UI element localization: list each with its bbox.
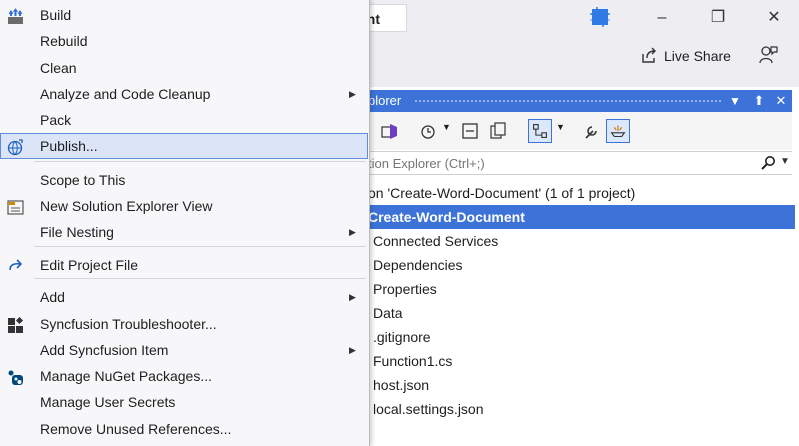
menu-item-build[interactable]: Build: [0, 2, 368, 28]
menu-item-label: Scope to This: [40, 172, 126, 188]
menu-item-label: Publish...: [40, 138, 98, 154]
menu-item-file-nesting[interactable]: File Nesting ▶: [0, 219, 368, 245]
menu-item-label: Build: [40, 7, 72, 23]
menu-item-add[interactable]: Add ▶: [0, 284, 368, 310]
vs-project-icon[interactable]: [380, 121, 400, 141]
menu-item-pack[interactable]: Pack: [0, 107, 368, 133]
menu-item-label: Syncfusion Troubleshooter...: [40, 316, 217, 332]
menu-separator: [34, 278, 366, 279]
visual-studio-logo-icon: [590, 7, 610, 27]
menu-item-label: Manage User Secrets: [40, 394, 176, 410]
submenu-arrow-icon: ▶: [349, 292, 356, 302]
menu-item-scope-to-this[interactable]: Scope to This: [0, 167, 368, 193]
chevron-down-icon[interactable]: ▼: [728, 90, 742, 112]
menu-item-manage-nuget-packages[interactable]: Manage NuGet Packages...: [0, 363, 368, 389]
menu-item-label: Add: [40, 289, 65, 305]
close-icon[interactable]: ✕: [762, 6, 786, 30]
menu-item-label: Pack: [40, 112, 72, 128]
tree-item[interactable]: local.settings.json: [373, 397, 484, 421]
menu-item-label: Edit Project File: [40, 257, 139, 273]
menu-item-publish[interactable]: Publish...: [0, 133, 368, 159]
tree-item[interactable]: on 'Create-Word-Document' (1 of 1 projec…: [368, 181, 635, 205]
feedback-icon[interactable]: [757, 44, 779, 66]
tree-item[interactable]: host.json: [373, 373, 429, 397]
submenu-arrow-icon: ▶: [349, 227, 356, 237]
menu-item-edit-project-file[interactable]: Edit Project File: [0, 252, 368, 278]
tree-item[interactable]: Function1.cs: [373, 349, 452, 373]
menu-item-remove-unused-references[interactable]: Remove Unused References...: [0, 416, 368, 442]
search-icon[interactable]: [760, 155, 776, 171]
menu-item-label: Add Syncfusion Item: [40, 342, 169, 358]
show-all-files-icon[interactable]: [488, 121, 508, 141]
close-panel-icon[interactable]: ✕: [774, 90, 788, 112]
restore-icon[interactable]: ❐: [706, 6, 730, 30]
menu-item-clean[interactable]: Clean: [0, 55, 368, 81]
minimize-icon[interactable]: –: [650, 6, 674, 30]
wrench-icon[interactable]: [582, 121, 602, 141]
menu-item-add-syncfusion-item[interactable]: Add Syncfusion Item ▶: [0, 337, 368, 363]
build-icon: [7, 7, 24, 24]
menu-item-label: File Nesting: [40, 224, 114, 240]
menu-item-label: Rebuild: [40, 33, 88, 49]
sync-dropdown-icon[interactable]: ▼: [556, 122, 565, 132]
tree-item[interactable]: Properties: [373, 277, 437, 301]
menu-item-syncfusion-troubleshooter[interactable]: Syncfusion Troubleshooter...: [0, 311, 368, 337]
solution-explorer-title: plorer: [368, 93, 402, 108]
redo-arrow-icon: [7, 257, 24, 274]
nuget-icon: [7, 368, 24, 385]
tree-item[interactable]: Dependencies: [373, 253, 463, 277]
tree-item[interactable]: Create-Word-Document: [365, 205, 795, 229]
menu-separator: [34, 161, 366, 162]
pin-icon[interactable]: ⬆: [752, 90, 766, 112]
menu-item-manage-user-secrets[interactable]: Manage User Secrets: [0, 389, 368, 415]
syncfusion-icon: [7, 316, 24, 333]
menu-item-label: Manage NuGet Packages...: [40, 368, 212, 384]
menu-item-label: New Solution Explorer View: [40, 198, 213, 214]
tree-item[interactable]: Data: [373, 301, 403, 325]
collapse-all-icon[interactable]: [460, 121, 480, 141]
header-grip: [414, 99, 722, 104]
tree-item[interactable]: Connected Services: [373, 229, 498, 253]
preview-icon[interactable]: [606, 119, 630, 143]
live-share-icon: [642, 47, 656, 63]
menu-item-label: Clean: [40, 60, 77, 76]
tree-item[interactable]: .gitignore: [373, 325, 431, 349]
search-options-dropdown-icon[interactable]: ▼: [780, 156, 790, 167]
solution-search-input[interactable]: [368, 154, 748, 172]
submenu-arrow-icon: ▶: [349, 345, 356, 355]
submenu-arrow-icon: ▶: [349, 89, 356, 99]
new-view-icon: [7, 198, 24, 215]
history-icon[interactable]: [418, 121, 438, 141]
sync-active-document-icon[interactable]: [528, 119, 552, 143]
menu-separator: [34, 246, 366, 247]
menu-item-label: Remove Unused References...: [40, 421, 232, 437]
history-dropdown-icon[interactable]: ▼: [442, 122, 451, 132]
menu-item-new-solution-explorer-view[interactable]: New Solution Explorer View: [0, 193, 368, 219]
menu-item-label: Analyze and Code Cleanup: [40, 86, 211, 102]
menu-item-rebuild[interactable]: Rebuild: [0, 28, 368, 54]
globe-icon: [7, 138, 24, 156]
live-share-button[interactable]: Live Share: [664, 44, 731, 68]
menu-item-analyze-and-code-cleanup[interactable]: Analyze and Code Cleanup ▶: [0, 81, 368, 107]
